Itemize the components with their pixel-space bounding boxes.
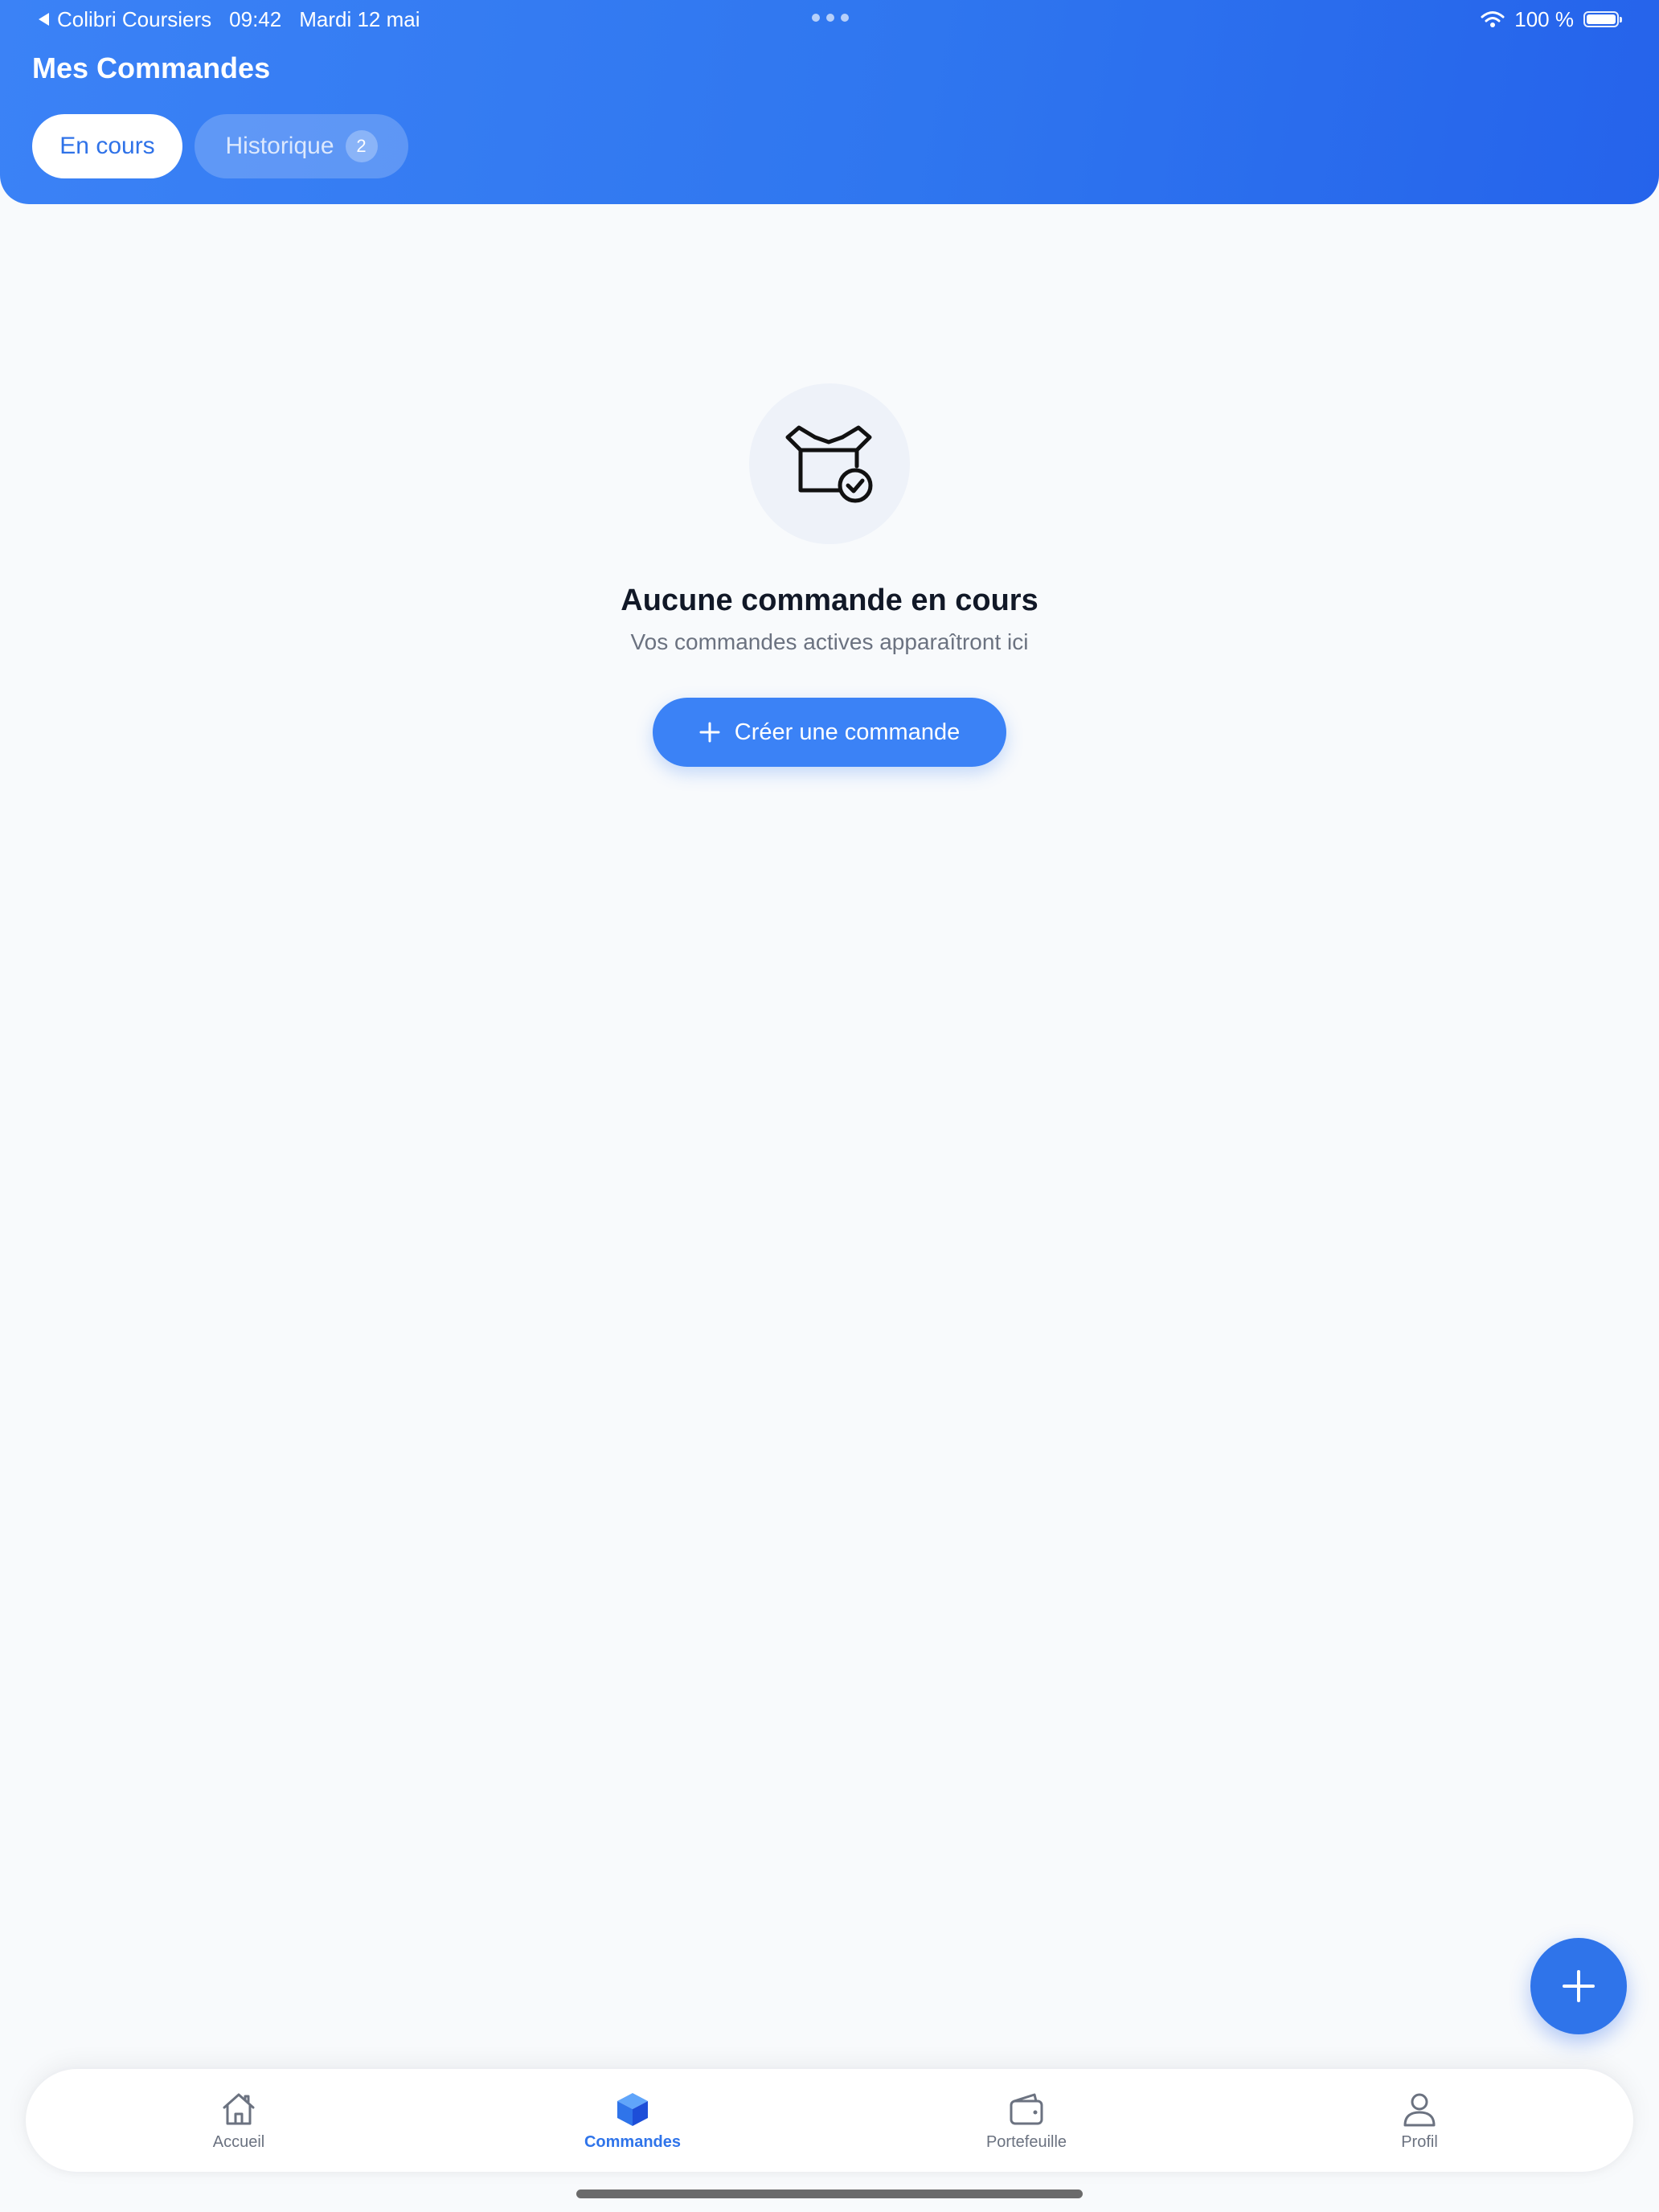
tab-label: Historique: [225, 133, 334, 159]
empty-state-title: Aucune commande en cours: [621, 584, 1038, 617]
wallet-icon: [1010, 2093, 1043, 2124]
empty-state-subtitle: Vos commandes actives apparaîtront ici: [630, 629, 1029, 654]
status-bar-left: Colibri Coursiers 09:42 Mardi 12 mai: [39, 5, 420, 34]
nav-label: Profil: [1401, 2132, 1438, 2151]
tab-label: En cours: [59, 133, 155, 159]
nav-item-accueil[interactable]: Accueil: [142, 2069, 335, 2172]
add-order-fab[interactable]: [1530, 1938, 1627, 2034]
home-icon: [223, 2093, 255, 2124]
plus-icon: [699, 722, 720, 743]
nav-label: Commandes: [584, 2132, 682, 2151]
nav-item-commandes[interactable]: Commandes: [536, 2069, 729, 2172]
status-time: 09:42: [229, 6, 282, 31]
open-box-check-icon: [785, 425, 873, 503]
empty-state-icon-circle: [749, 383, 910, 544]
tab-historique[interactable]: Historique 2: [195, 114, 408, 178]
nav-label: Accueil: [212, 2132, 265, 2151]
wifi-icon: [1481, 11, 1505, 27]
create-order-label: Créer une commande: [734, 719, 961, 745]
tab-en-cours[interactable]: En cours: [32, 114, 182, 178]
plus-icon: [1563, 1970, 1595, 2002]
multitasking-dots-icon[interactable]: [812, 14, 849, 22]
battery-percent: 100 %: [1514, 6, 1574, 31]
back-arrow-icon[interactable]: [39, 13, 49, 26]
create-order-button[interactable]: Créer une commande: [653, 698, 1006, 767]
nav-item-profil[interactable]: Profil: [1323, 2069, 1516, 2172]
status-bar-right: 100 %: [1481, 5, 1622, 34]
box-icon: [617, 2092, 648, 2126]
status-date: Mardi 12 mai: [299, 6, 420, 31]
user-icon: [1403, 2093, 1436, 2126]
header: Colibri Coursiers 09:42 Mardi 12 mai 100…: [0, 0, 1659, 204]
count-badge: 2: [345, 130, 378, 162]
bottom-nav: Accueil Commandes Portefeuille Profil: [26, 2069, 1633, 2172]
home-indicator[interactable]: [576, 2189, 1083, 2198]
page-title: Mes Commandes: [32, 51, 271, 84]
nav-label: Portefeuille: [985, 2132, 1067, 2151]
nav-item-portefeuille[interactable]: Portefeuille: [930, 2069, 1123, 2172]
battery-icon: [1583, 11, 1622, 27]
back-app-label[interactable]: Colibri Coursiers: [57, 7, 211, 32]
